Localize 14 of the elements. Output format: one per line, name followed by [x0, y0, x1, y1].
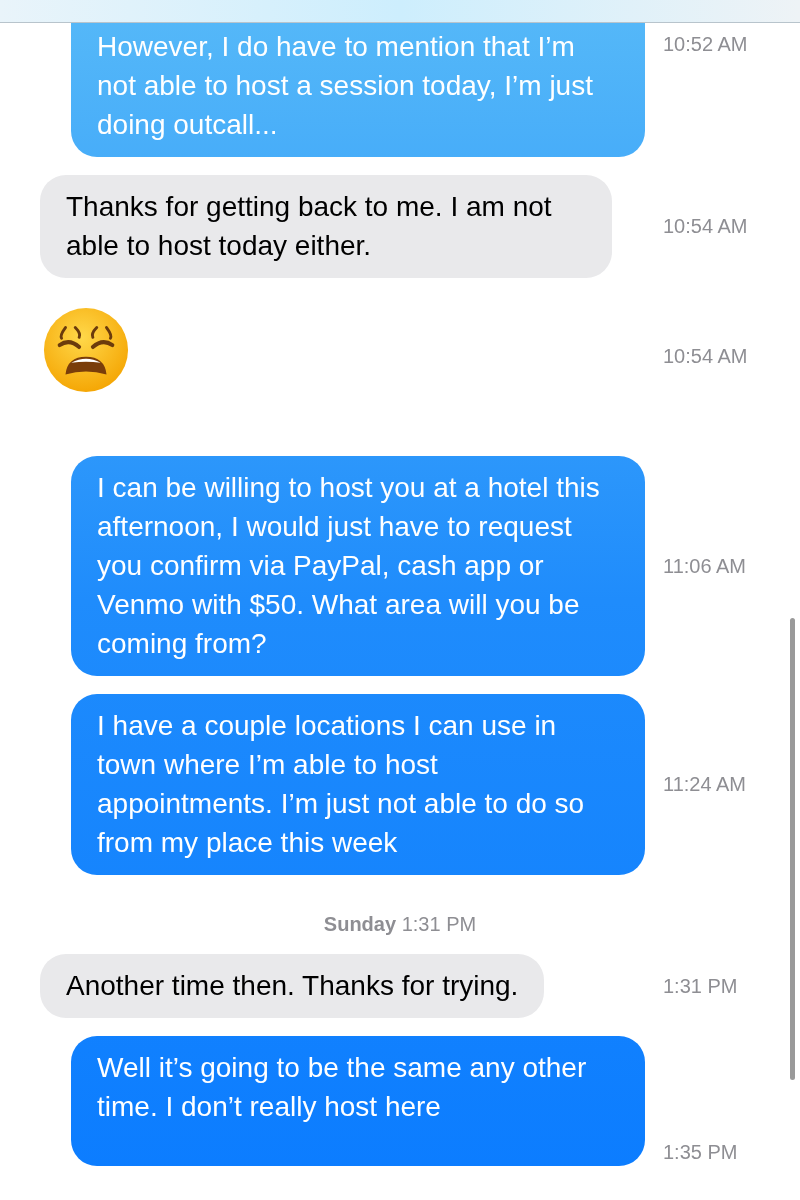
message-time: 10:52 AM [662, 32, 749, 56]
message-time: 11:06 AM [662, 554, 748, 578]
message-time: 11:24 AM [662, 773, 748, 796]
day-separator: Sunday 1:31 PM [322, 913, 478, 936]
message-time: 10:54 AM [662, 344, 749, 368]
message-bubble: However, I do have to mention that I’m not able to host a session today, I’m just doing outcall... [71, 23, 645, 157]
message-bubble: Thanks for getting back to me. I am not able to host today either. [40, 175, 612, 278]
message-bubble: Another time then. Thanks for trying. [40, 954, 545, 1018]
message-bubble: I can be willing to host you at a hotel this afternoon, I would just have to request you confirm via PayPal, cash app or Venmo with $50. What area will you be coming from? [71, 456, 645, 676]
message-bubble: Well it’s going to be the same any other time. I don’t really host here [71, 1036, 645, 1166]
message-time: 1:35 PM [662, 1141, 739, 1165]
message-bubble: I have a couple locations I can use in town where I’m able to host appointments. I’m just not able to do so from my place this week [71, 694, 645, 875]
message-time: 10:54 AM [662, 215, 749, 238]
message-time: 1:31 PM [662, 974, 739, 998]
